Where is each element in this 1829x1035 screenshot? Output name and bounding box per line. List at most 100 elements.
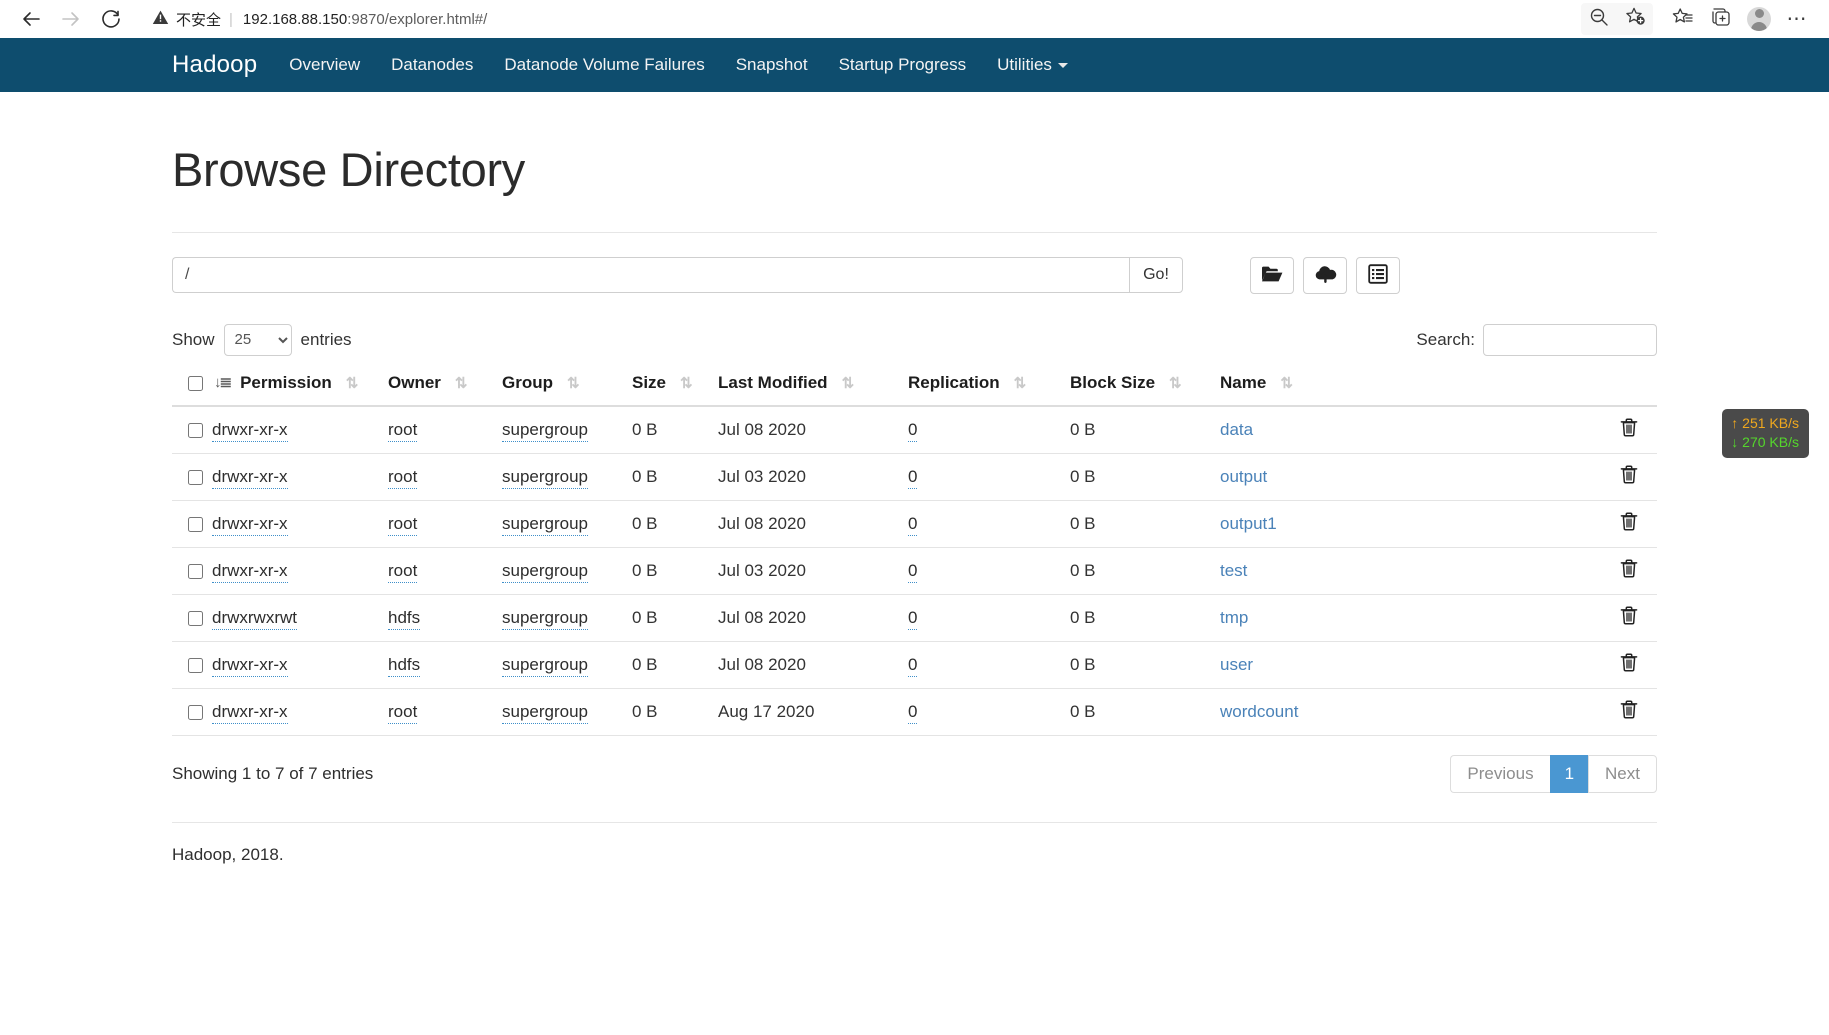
replication-link[interactable]: 0 (908, 466, 918, 489)
column-name[interactable]: Name ⇅ (1220, 372, 1601, 407)
group-link[interactable]: supergroup (502, 654, 589, 677)
permission-link[interactable]: drwxr-xr-x (212, 654, 288, 677)
nav-link-startup-progress[interactable]: Startup Progress (839, 55, 967, 75)
page-length-select[interactable]: 25 50 100 (223, 323, 292, 356)
sort-descending-icon[interactable]: ↓≣ (214, 373, 232, 391)
pagination-previous[interactable]: Previous (1450, 754, 1550, 793)
pagination-page-1[interactable]: 1 (1549, 754, 1589, 793)
group-link[interactable]: supergroup (502, 607, 589, 630)
forward-button[interactable] (54, 2, 88, 36)
replication-link[interactable]: 0 (908, 701, 918, 724)
delete-row-button[interactable] (1620, 653, 1638, 675)
row-checkbox[interactable] (188, 563, 203, 579)
replication-link[interactable]: 0 (908, 513, 918, 536)
nav-link-snapshot[interactable]: Snapshot (736, 55, 808, 75)
nav-link-datanodes[interactable]: Datanodes (391, 55, 473, 75)
owner-link[interactable]: root (388, 513, 418, 536)
upload-files-button[interactable] (1303, 256, 1347, 294)
pagination-next[interactable]: Next (1588, 754, 1657, 793)
file-name-link[interactable]: user (1220, 655, 1253, 674)
address-bar[interactable]: 不安全 | 192.168.88.150:9870/explorer.html#… (142, 4, 1571, 34)
column-block-size[interactable]: Block Size ⇅ (1070, 372, 1220, 407)
url-display[interactable]: 192.168.88.150:9870/explorer.html#/ (243, 11, 487, 28)
go-button[interactable]: Go! (1129, 256, 1183, 293)
permission-link[interactable]: drwxr-xr-x (212, 419, 288, 442)
file-name-link[interactable]: data (1220, 420, 1253, 439)
delete-row-button[interactable] (1620, 465, 1638, 487)
collections-button[interactable] (1703, 3, 1739, 35)
sort-toggle-icon[interactable]: ⇅ (842, 374, 855, 392)
file-name-link[interactable]: wordcount (1220, 702, 1298, 721)
new-directory-button[interactable] (1250, 256, 1294, 294)
row-checkbox[interactable] (188, 469, 203, 485)
file-name-link[interactable]: test (1220, 561, 1247, 580)
search-input[interactable] (1483, 323, 1657, 356)
reload-button[interactable] (94, 2, 128, 36)
browser-settings-button[interactable]: ⋯ (1779, 3, 1815, 35)
sort-toggle-icon[interactable]: ⇅ (1280, 374, 1293, 392)
file-name-link[interactable]: output1 (1220, 514, 1277, 533)
cut-paste-button[interactable] (1356, 256, 1400, 294)
delete-row-button[interactable] (1620, 512, 1638, 534)
cell-delete (1601, 688, 1657, 736)
owner-link[interactable]: hdfs (388, 654, 421, 677)
nav-link-datanode-volume-failures[interactable]: Datanode Volume Failures (504, 55, 704, 75)
sort-toggle-icon[interactable]: ⇅ (1014, 374, 1027, 392)
owner-link[interactable]: root (388, 466, 418, 489)
row-checkbox[interactable] (188, 516, 203, 532)
delete-row-button[interactable] (1620, 700, 1638, 722)
permission-link[interactable]: drwxr-xr-x (212, 560, 288, 583)
replication-link[interactable]: 0 (908, 607, 918, 630)
nav-link-overview[interactable]: Overview (289, 55, 360, 75)
column-owner[interactable]: Owner ⇅ (388, 372, 502, 407)
group-link[interactable]: supergroup (502, 701, 589, 724)
permission-link[interactable]: drwxr-xr-x (212, 513, 288, 536)
replication-link[interactable]: 0 (908, 654, 918, 677)
row-checkbox[interactable] (188, 657, 203, 673)
column-group[interactable]: Group ⇅ (502, 372, 632, 407)
directory-path-input[interactable] (172, 256, 1129, 293)
favorites-button[interactable] (1665, 3, 1701, 35)
group-link[interactable]: supergroup (502, 560, 589, 583)
owner-link[interactable]: root (388, 701, 418, 724)
sort-toggle-icon[interactable]: ⇅ (455, 374, 468, 392)
permission-link[interactable]: drwxrwxrwt (212, 607, 297, 630)
group-link[interactable]: supergroup (502, 513, 589, 536)
owner-link[interactable]: hdfs (388, 607, 421, 630)
column-last-modified[interactable]: Last Modified ⇅ (718, 372, 908, 407)
permission-link[interactable]: drwxr-xr-x (212, 701, 288, 724)
delete-row-button[interactable] (1620, 559, 1638, 581)
back-button[interactable] (14, 2, 48, 36)
column-name-label: Name (1220, 372, 1267, 392)
profile-button[interactable] (1741, 3, 1777, 35)
column-permission[interactable]: ↓≣ Permission ⇅ (212, 372, 388, 407)
zoom-out-button[interactable] (1581, 3, 1617, 35)
permission-link[interactable]: drwxr-xr-x (212, 466, 288, 489)
column-owner-label: Owner (388, 372, 441, 392)
row-checkbox[interactable] (188, 704, 203, 720)
owner-link[interactable]: root (388, 419, 418, 442)
delete-row-button[interactable] (1620, 606, 1638, 628)
delete-row-button[interactable] (1620, 418, 1638, 440)
hadoop-brand[interactable]: Hadoop (172, 51, 257, 79)
file-name-link[interactable]: tmp (1220, 608, 1248, 627)
sort-toggle-icon[interactable]: ⇅ (346, 374, 359, 392)
select-all-checkbox[interactable] (188, 375, 203, 391)
column-replication[interactable]: Replication ⇅ (908, 372, 1070, 407)
file-name-link[interactable]: output (1220, 467, 1267, 486)
security-status[interactable]: 不安全 (152, 9, 221, 30)
replication-link[interactable]: 0 (908, 560, 918, 583)
column-size[interactable]: Size ⇅ (632, 372, 718, 407)
row-checkbox[interactable] (188, 422, 203, 438)
row-checkbox[interactable] (188, 610, 203, 626)
cell-select (172, 547, 212, 595)
sort-toggle-icon[interactable]: ⇅ (680, 374, 693, 392)
group-link[interactable]: supergroup (502, 466, 589, 489)
group-link[interactable]: supergroup (502, 419, 589, 442)
sort-toggle-icon[interactable]: ⇅ (567, 374, 580, 392)
owner-link[interactable]: root (388, 560, 418, 583)
sort-toggle-icon[interactable]: ⇅ (1169, 374, 1182, 392)
add-favorite-button[interactable] (1617, 3, 1653, 35)
nav-link-utilities[interactable]: Utilities (997, 55, 1068, 75)
replication-link[interactable]: 0 (908, 419, 918, 442)
